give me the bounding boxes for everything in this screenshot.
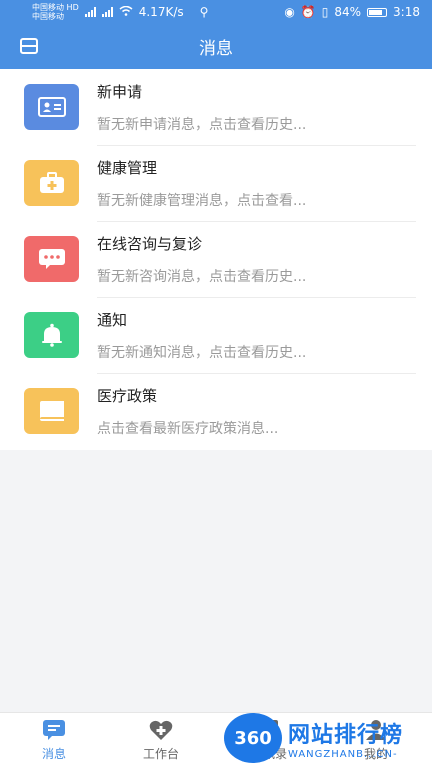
tab-label: 消息 [41, 747, 66, 761]
watermark-text: 网站排行榜 WANGZHANB...CN- [288, 717, 403, 760]
item-desc: 暂无新通知消息，点击查看历史... [97, 344, 307, 361]
watermark-logo: 360 [224, 713, 282, 763]
alarm-icon: ⏰ [300, 5, 316, 19]
item-text: 医疗政策 点击查看最新医疗政策消息... [97, 385, 408, 438]
battery-level: 84% [334, 5, 362, 19]
carrier-1: 中国移动 HD [32, 3, 79, 12]
item-title: 通知 [97, 310, 128, 329]
carrier-info: 中国移动 HD 中国移动 [32, 3, 79, 21]
list-item-online-consultation[interactable]: 在线咨询与复诊 暂无新咨询消息，点击查看历史... [0, 221, 432, 297]
tab-label: 工作台 [142, 747, 179, 761]
app-header: 消息 [0, 24, 432, 69]
watermark-domain: WANGZHANB...CN- [288, 748, 398, 760]
carrier-2: 中国移动 [32, 12, 64, 21]
usb-icon: ⚲ [199, 5, 209, 19]
item-text: 新申请 暂无新申请消息，点击查看历史... [97, 81, 408, 134]
medical-kit-icon [24, 160, 79, 206]
eye-icon: ◉ [284, 5, 295, 19]
item-desc: 暂无新健康管理消息，点击查看... [97, 192, 307, 209]
battery-icon [367, 7, 388, 17]
id-card-icon [24, 84, 79, 130]
item-desc: 暂无新申请消息，点击查看历史... [97, 116, 307, 133]
menu-icon[interactable] [20, 38, 38, 54]
item-title: 健康管理 [97, 158, 158, 177]
list-item-medical-policy[interactable]: 医疗政策 点击查看最新医疗政策消息... [0, 373, 432, 449]
watermark: 360 网站排行榜 WANGZHANB...CN- [222, 708, 432, 768]
status-bar: 中国移动 HD 中国移动 4.17K/s ⚲ ◉ ⏰ ▯ 84% 3:18 [0, 0, 432, 24]
signal-icon [84, 7, 96, 17]
item-title: 新申请 [97, 82, 143, 101]
item-text: 在线咨询与复诊 暂无新咨询消息，点击查看历史... [97, 233, 408, 286]
list-item-health-management[interactable]: 健康管理 暂无新健康管理消息，点击查看... [0, 145, 432, 221]
watermark-name: 网站排行榜 [288, 722, 404, 748]
signal-icon [101, 7, 113, 17]
status-right: ◉ ⏰ ▯ 84% 3:18 [284, 5, 420, 19]
message-icon [43, 720, 65, 740]
status-left: 中国移动 HD 中国移动 4.17K/s ⚲ [32, 3, 208, 21]
item-title: 在线咨询与复诊 [97, 234, 203, 253]
item-text: 通知 暂无新通知消息，点击查看历史... [97, 309, 408, 362]
workbench-icon [149, 720, 173, 740]
page-title: 消息 [199, 39, 233, 59]
tab-workbench[interactable]: 工作台 [121, 719, 201, 768]
bell-icon [24, 312, 79, 358]
chat-bubble-icon [24, 236, 79, 282]
item-desc: 点击查看最新医疗政策消息... [97, 420, 279, 437]
vibrate-icon: ▯ [321, 5, 329, 19]
tab-messages[interactable]: 消息 [14, 719, 94, 768]
message-list: 新申请 暂无新申请消息，点击查看历史... 健康管理 暂无新健康管理消息，点击查… [0, 69, 432, 450]
book-icon [24, 388, 79, 434]
item-desc: 暂无新咨询消息，点击查看历史... [97, 268, 307, 285]
net-speed: 4.17K/s [138, 5, 184, 19]
list-item-new-application[interactable]: 新申请 暂无新申请消息，点击查看历史... [0, 69, 432, 145]
item-title: 医疗政策 [97, 386, 158, 405]
item-text: 健康管理 暂无新健康管理消息，点击查看... [97, 157, 408, 210]
wifi-icon [119, 5, 133, 19]
clock: 3:18 [393, 5, 420, 19]
list-item-notification[interactable]: 通知 暂无新通知消息，点击查看历史... [0, 297, 432, 373]
